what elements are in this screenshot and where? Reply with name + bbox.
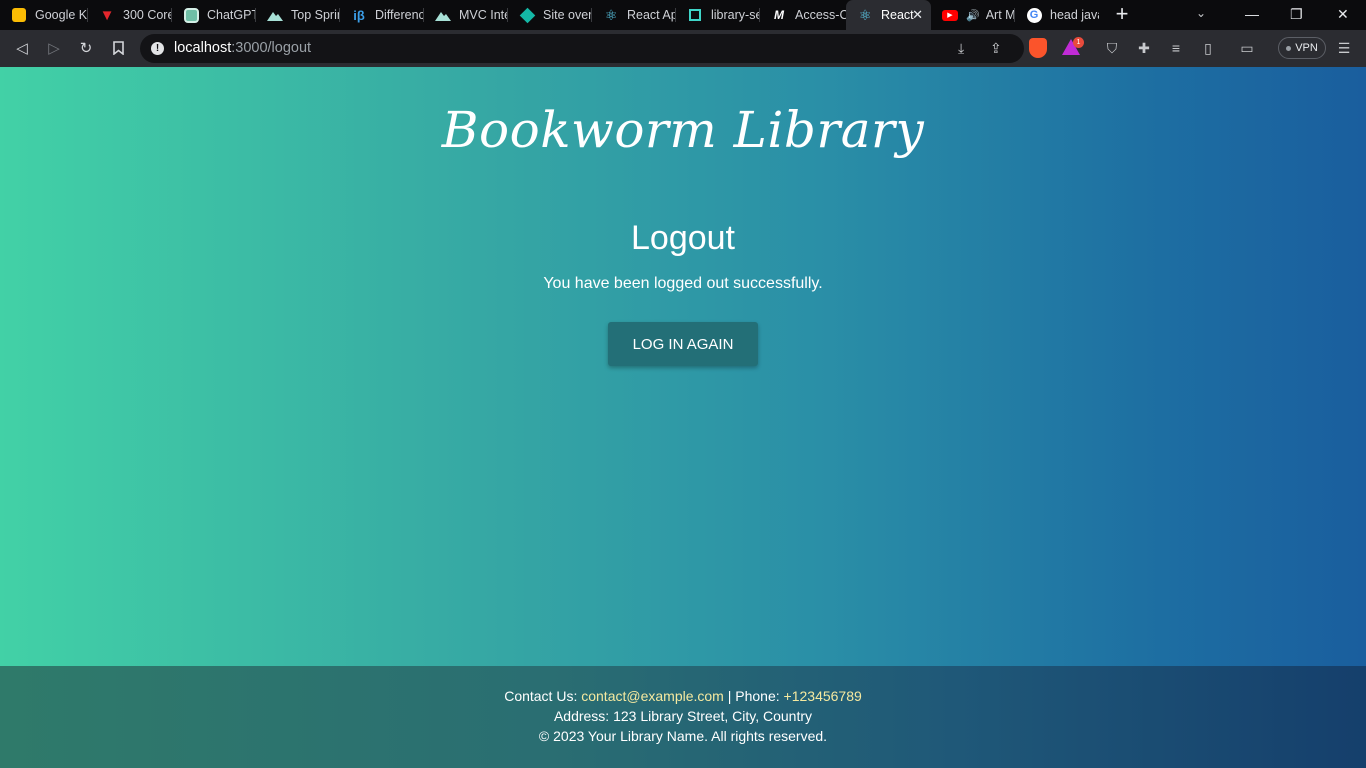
rewards-badge: 1 (1073, 37, 1084, 48)
tab-label: React Ap (627, 8, 676, 22)
mountain-icon (435, 7, 451, 23)
tab-chatgpt[interactable]: ChatGPT (172, 0, 256, 30)
tab-label: Art M (985, 8, 1015, 22)
tab-search-chevron-icon[interactable]: ⌄ (1196, 6, 1206, 20)
playlist-icon[interactable]: ≡ (1167, 39, 1185, 57)
extensions-puzzle-icon[interactable]: ✚ (1135, 39, 1153, 57)
tab-strip: Google K ▼ 300 Core ChatGPT Top Sprin iβ… (0, 0, 1366, 30)
reload-icon[interactable]: ↻ (76, 38, 96, 58)
page-title: Logout (631, 219, 735, 257)
log-in-again-button[interactable]: LOG IN AGAIN (608, 322, 758, 366)
tab-react-active[interactable]: ⚛ React ✕ (846, 0, 931, 30)
logout-message: You have been logged out successfully. (543, 275, 823, 292)
chatgpt-icon (183, 7, 199, 23)
new-tab-button[interactable]: + (1110, 3, 1134, 27)
install-app-icon[interactable]: ⤓ (958, 40, 964, 57)
mountain-icon (267, 7, 283, 23)
contact-label: Contact Us: (504, 688, 582, 704)
react-icon: ⚛ (604, 6, 618, 23)
address-bar[interactable]: ! localhost:3000/logout ⤓ ⇪ (140, 34, 1024, 63)
tab-label: ChatGPT (207, 8, 256, 22)
footer-address: Address: 123 Library Street, City, Count… (553, 708, 813, 724)
restore-icon[interactable]: ❐ (1290, 6, 1303, 23)
vivaldi-red-icon: ▼ (99, 6, 115, 24)
tab-react-app[interactable]: ⚛ React Ap (592, 0, 676, 30)
tab-label: React (881, 8, 914, 22)
tab-top-spring[interactable]: Top Sprin (256, 0, 340, 30)
shield-extension-icon[interactable]: ⛉ (1103, 39, 1121, 57)
tab-site-overview[interactable]: Site over (508, 0, 592, 30)
tab-head-java[interactable]: G head java (1015, 0, 1099, 30)
wallet-icon[interactable]: ▭ (1238, 39, 1256, 57)
bookmark-icon[interactable] (108, 38, 128, 58)
tab-300-core[interactable]: ▼ 300 Core (88, 0, 172, 30)
phone-link[interactable]: +123456789 (784, 688, 862, 704)
tab-label: Top Sprin (291, 8, 340, 22)
tab-label: Access-C (795, 8, 846, 22)
footer-copyright: © 2023 Your Library Name. All rights res… (538, 728, 828, 744)
close-tab-icon[interactable]: ✕ (912, 7, 923, 23)
forward-icon[interactable]: ▷ (44, 38, 64, 58)
tab-label: library-se (711, 8, 760, 22)
brave-shields-icon[interactable] (1029, 38, 1047, 58)
footer: Contact Us: contact@example.com | Phone:… (0, 666, 1366, 768)
window-close-icon[interactable]: ✕ (1337, 6, 1349, 23)
google-keep-icon (11, 7, 27, 23)
menu-icon[interactable]: ☰ (1335, 39, 1353, 57)
site-info-icon[interactable]: ! (151, 42, 164, 55)
brand-title: Bookworm Library (441, 101, 925, 159)
google-icon: G (1026, 7, 1042, 23)
browser-toolbar: ◁ ▷ ↻ ! localhost:3000/logout ⤓ ⇪ 1 ⛉ ✚ … (0, 30, 1366, 67)
tab-label: head java (1050, 8, 1099, 22)
vpn-label: VPN (1295, 42, 1318, 54)
url-text[interactable]: localhost:3000/logout (174, 40, 311, 56)
contact-email-link[interactable]: contact@example.com (581, 688, 724, 704)
tab-art-music[interactable]: ▶ 🔊 Art M (931, 0, 1015, 30)
speaker-icon[interactable]: 🔊 (966, 9, 980, 22)
youtube-icon: ▶ (942, 7, 958, 23)
codesandbox-icon (687, 7, 703, 23)
ib-icon: iβ (353, 7, 365, 23)
tab-access-control[interactable]: M Access-C (760, 0, 846, 30)
tab-label: 300 Core (123, 8, 172, 22)
react-icon: ⚛ (858, 6, 872, 23)
page-content: Bookworm Library Logout You have been lo… (0, 67, 1366, 666)
vpn-status-dot (1286, 45, 1292, 51)
tab-label: Site over (543, 8, 592, 22)
vpn-button[interactable]: VPN (1278, 37, 1326, 59)
tab-google-keep[interactable]: Google K (0, 0, 88, 30)
tab-label: Google K (35, 8, 88, 22)
sidebar-icon[interactable]: ▯ (1199, 39, 1217, 57)
tab-library-sandbox[interactable]: library-se (676, 0, 760, 30)
footer-contact-line: Contact Us: contact@example.com | Phone:… (0, 688, 1366, 704)
tab-difference[interactable]: iβ Differenc (340, 0, 424, 30)
phone-label: | Phone: (723, 688, 784, 704)
minimize-icon[interactable]: — (1245, 6, 1259, 22)
tab-label: MVC Inte (459, 8, 508, 22)
diamond-icon (519, 7, 535, 23)
medium-icon: M (774, 8, 784, 22)
tab-label: Differenc (375, 8, 424, 22)
back-icon[interactable]: ◁ (12, 38, 32, 58)
share-icon[interactable]: ⇪ (990, 40, 1002, 57)
tab-mvc-interview[interactable]: MVC Inte (424, 0, 508, 30)
